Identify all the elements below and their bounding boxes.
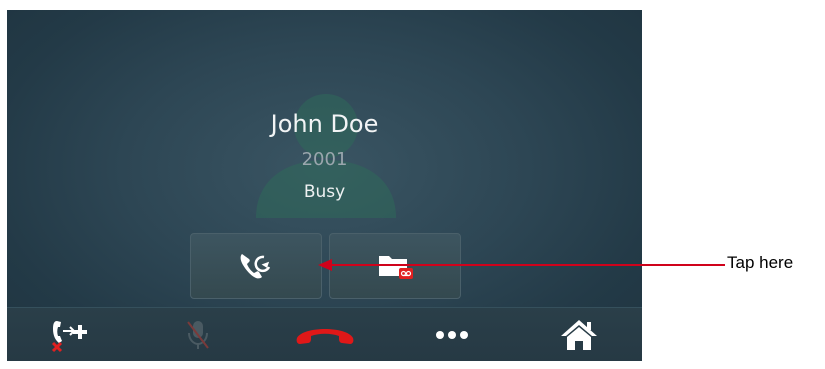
- bottom-nav-bar: [7, 307, 642, 361]
- more-options-button[interactable]: [388, 308, 515, 361]
- voicemail-folder-icon: [379, 256, 413, 279]
- transfer-unavailable-icon: [51, 321, 87, 353]
- transfer-button[interactable]: [7, 308, 134, 361]
- home-icon: [560, 320, 597, 350]
- annotation-label: Tap here: [727, 253, 794, 272]
- mute-button: [134, 308, 261, 361]
- voicemail-folder-button[interactable]: [329, 233, 461, 299]
- contact-status: Busy: [303, 182, 346, 202]
- mute-disabled-icon: [186, 321, 209, 349]
- contact-name: John Doe: [270, 110, 379, 138]
- call-forward-button[interactable]: [190, 233, 322, 299]
- call-forward-icon: [240, 254, 271, 279]
- hang-up-button[interactable]: [261, 308, 388, 361]
- more-icon: [435, 331, 468, 339]
- contact-number: 2001: [301, 149, 348, 170]
- hang-up-icon: [296, 329, 353, 344]
- home-button[interactable]: [515, 308, 642, 361]
- phone-screen: John Doe 2001 Busy: [7, 10, 642, 361]
